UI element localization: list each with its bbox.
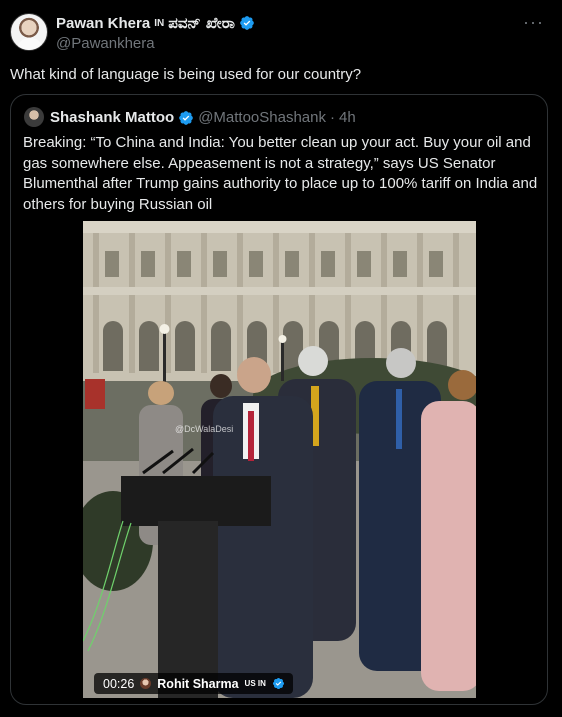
- tweet-text: What kind of language is being used for …: [10, 66, 362, 83]
- tweet: Pawan Khera IN ಪವನ್ ಖೇರಾ @Pawankhera ···…: [0, 0, 562, 717]
- quoted-author-avatar[interactable]: [24, 107, 44, 127]
- verified-badge-icon: [240, 16, 254, 30]
- video-duration: 00:26: [103, 676, 135, 691]
- creator-avatar-icon: [140, 678, 152, 689]
- video-frame: [83, 221, 476, 698]
- video-player[interactable]: @DcWalaDesi: [83, 221, 476, 698]
- creator-flag-label: US IN: [244, 679, 266, 688]
- quoted-author-name[interactable]: Shashank Mattoo: [50, 109, 174, 126]
- quoted-tweet-text: Breaking: “To China and India: You bette…: [23, 134, 538, 213]
- author-name-row: Pawan Khera IN ಪವನ್ ಖೇರಾ: [56, 14, 255, 32]
- author-handle[interactable]: @Pawankhera: [56, 35, 155, 52]
- separator-dot: ·: [330, 109, 335, 126]
- author-native-name: ಪವನ್ ಖೇರಾ: [168, 14, 235, 32]
- author-flag-label: IN: [154, 17, 165, 29]
- creator-name[interactable]: Rohit Sharma: [157, 677, 238, 691]
- quoted-tweet[interactable]: Shashank Mattoo @MattooShashank · 4h Bre…: [10, 94, 548, 705]
- author-avatar[interactable]: [10, 13, 48, 51]
- more-options-icon[interactable]: ···: [523, 12, 544, 33]
- author-display-name[interactable]: Pawan Khera: [56, 15, 150, 32]
- video-watermark: @DcWalaDesi: [175, 424, 234, 434]
- quoted-author-handle[interactable]: @MattooShashank: [198, 109, 326, 126]
- quoted-timestamp[interactable]: 4h: [339, 109, 356, 126]
- quoted-author-row: Shashank Mattoo @MattooShashank · 4h: [50, 109, 356, 126]
- verified-badge-icon: [179, 110, 194, 125]
- verified-badge-icon: [272, 677, 284, 690]
- video-info-chip[interactable]: 00:26 Rohit Sharma US IN: [94, 673, 293, 694]
